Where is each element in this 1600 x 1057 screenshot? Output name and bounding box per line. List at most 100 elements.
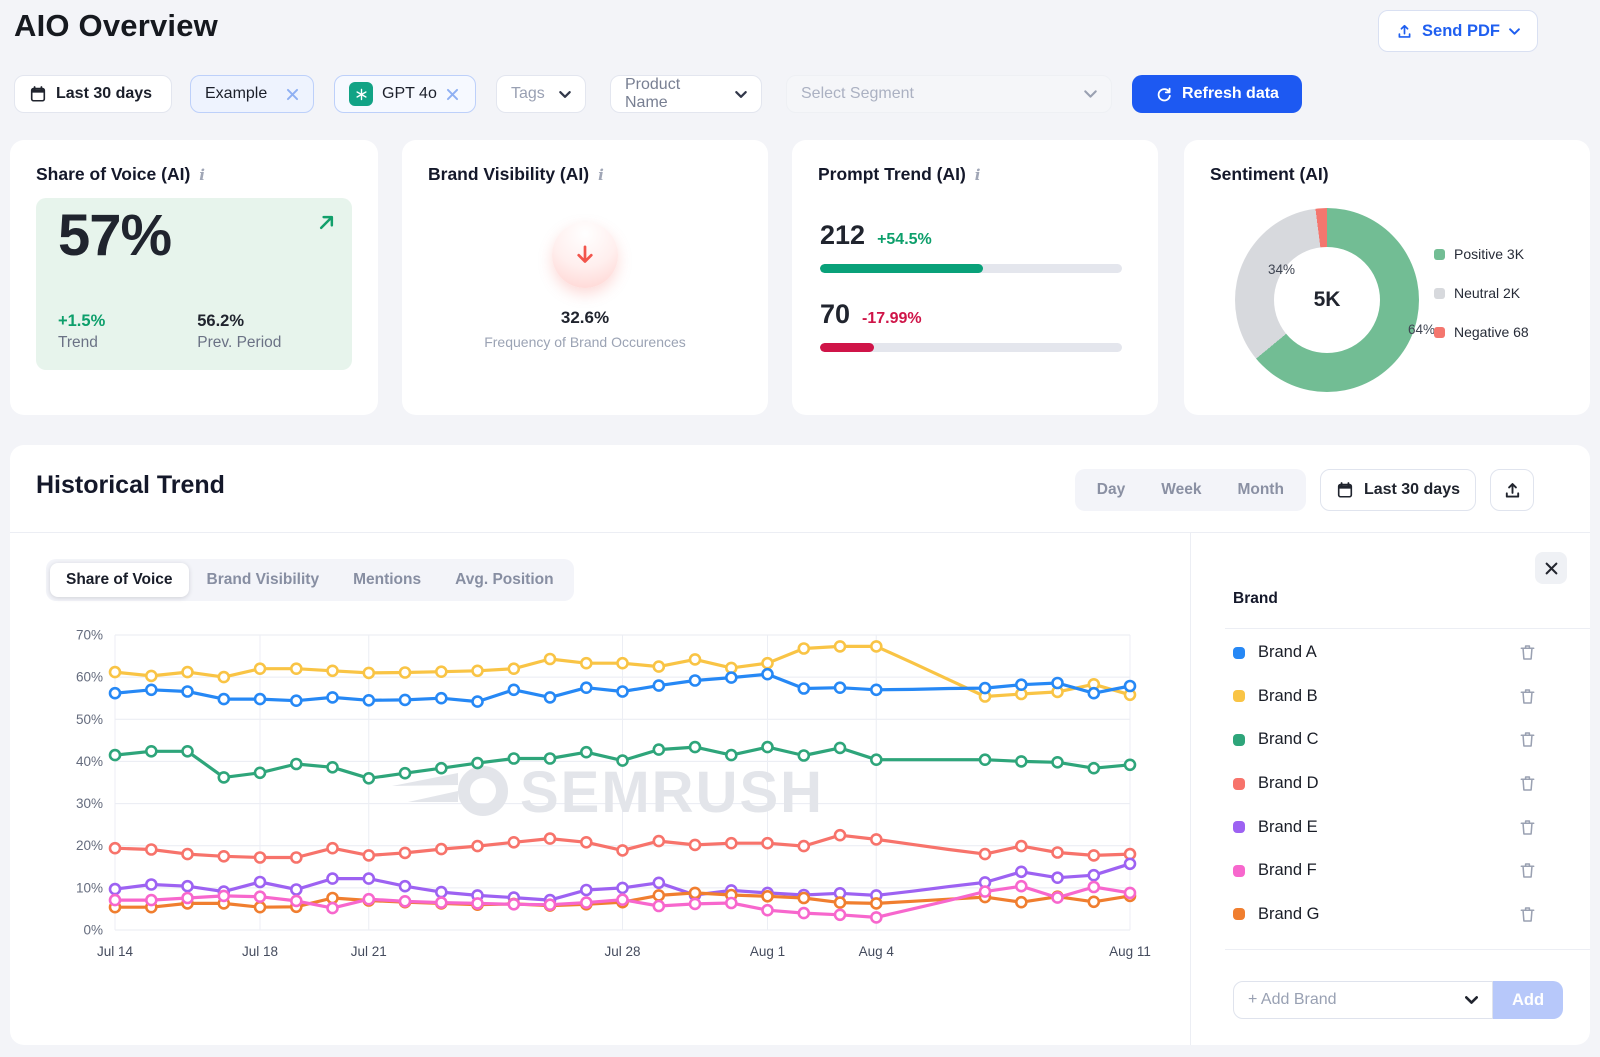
filter-chip-example[interactable]: Example: [190, 75, 314, 113]
prompt-trend-row: 212 +54.5%: [820, 220, 1122, 273]
trend-value: +1.5%: [58, 312, 105, 331]
svg-text:Jul 28: Jul 28: [604, 944, 640, 959]
product-name-dropdown[interactable]: Product Name: [610, 75, 762, 113]
chart-date-range-label: Last 30 days: [1364, 481, 1460, 499]
tags-dropdown[interactable]: Tags: [496, 75, 586, 113]
legend-label: Neutral 2K: [1454, 285, 1520, 301]
tab-mentions[interactable]: Mentions: [337, 563, 437, 597]
info-icon[interactable]: i: [598, 166, 604, 184]
refresh-data-button[interactable]: Refresh data: [1132, 75, 1302, 113]
progress-fill: [820, 343, 874, 352]
product-name-label: Product Name: [625, 76, 726, 112]
close-icon: [1545, 562, 1558, 575]
refresh-icon: [1155, 85, 1173, 103]
add-brand-select[interactable]: + Add Brand: [1233, 981, 1493, 1019]
info-icon[interactable]: i: [199, 166, 205, 184]
prompt-trend-title: Prompt Trend (AI): [818, 164, 966, 185]
calendar-icon: [29, 85, 47, 103]
prev-period-stat: 56.2% Prev. Period: [197, 312, 281, 352]
remove-chip-icon[interactable]: [286, 88, 299, 101]
progress-track: [820, 343, 1122, 352]
svg-text:40%: 40%: [76, 754, 103, 769]
filter-chip-gpt4o[interactable]: GPT 4o: [334, 75, 476, 113]
svg-text:10%: 10%: [76, 880, 103, 895]
sentiment-legend-item: Negative 68: [1434, 324, 1529, 340]
chevron-down-icon: [1465, 996, 1478, 1004]
brand-color-swatch: [1233, 778, 1245, 790]
prompt-count: 212: [820, 220, 865, 251]
prev-period-value: 56.2%: [197, 312, 281, 331]
brand-color-swatch: [1233, 734, 1245, 746]
delete-brand-icon[interactable]: [1518, 861, 1537, 880]
svg-text:Jul 18: Jul 18: [242, 944, 278, 959]
brand-visibility-card: Brand Visibility (AI) i 32.6% Frequency …: [402, 140, 768, 415]
brand-panel-header: Brand: [1233, 590, 1278, 608]
brand-visibility-title: Brand Visibility (AI): [428, 164, 589, 185]
delete-brand-icon[interactable]: [1518, 687, 1537, 706]
chip-example-label: Example: [205, 85, 267, 103]
chip-gpt4o-label: GPT 4o: [382, 85, 437, 103]
brand-row-brand-f[interactable]: Brand F: [1191, 849, 1590, 893]
delete-brand-icon[interactable]: [1518, 774, 1537, 793]
brand-name: Brand A: [1258, 643, 1518, 662]
add-brand-button[interactable]: Add: [1493, 981, 1563, 1019]
svg-text:Aug 1: Aug 1: [750, 944, 785, 959]
svg-text:Aug 4: Aug 4: [859, 944, 895, 959]
brand-row-brand-a[interactable]: Brand A: [1191, 631, 1590, 675]
delete-brand-icon[interactable]: [1518, 730, 1537, 749]
brand-color-swatch: [1233, 908, 1245, 920]
brand-name: Brand B: [1258, 687, 1518, 706]
tab-share-of-voice[interactable]: Share of Voice: [50, 563, 189, 597]
remove-chip-icon[interactable]: [446, 88, 459, 101]
granularity-day[interactable]: Day: [1079, 469, 1143, 511]
metric-tabs: Share of VoiceBrand VisibilityMentionsAv…: [46, 559, 574, 601]
sentiment-legend: Positive 3K Neutral 2K Negative 68: [1434, 246, 1529, 340]
brand-color-swatch: [1233, 690, 1245, 702]
trend-label: Trend: [58, 334, 105, 352]
brand-row-brand-g[interactable]: Brand G: [1191, 893, 1590, 937]
tab-brand-visibility[interactable]: Brand Visibility: [191, 563, 336, 597]
delete-brand-icon[interactable]: [1518, 905, 1537, 924]
tab-avg-position[interactable]: Avg. Position: [439, 563, 569, 597]
svg-text:20%: 20%: [76, 838, 103, 853]
send-pdf-button[interactable]: Send PDF: [1378, 10, 1538, 52]
trend-stat: +1.5% Trend: [58, 312, 105, 352]
trend-line-chart[interactable]: 0%10%20%30%40%50%60%70%Jul 14Jul 18Jul 2…: [20, 620, 1180, 970]
openai-icon: [349, 82, 373, 106]
refresh-label: Refresh data: [1182, 85, 1279, 103]
semrush-watermark-logo: SEMRUSH: [392, 760, 824, 825]
segment-select[interactable]: Select Segment: [786, 75, 1112, 113]
historical-trend-title: Historical Trend: [36, 471, 225, 500]
sentiment-title: Sentiment (AI): [1210, 164, 1329, 185]
delete-brand-icon[interactable]: [1518, 818, 1537, 837]
prompt-trend-card: Prompt Trend (AI) i 212 +54.5% 70 -17.99…: [792, 140, 1158, 415]
brand-row-brand-e[interactable]: Brand E: [1191, 805, 1590, 849]
share-of-voice-title: Share of Voice (AI): [36, 164, 190, 185]
export-chart-button[interactable]: [1490, 469, 1534, 511]
segment-placeholder: Select Segment: [801, 85, 914, 103]
date-range-filter[interactable]: Last 30 days: [14, 75, 172, 113]
granularity-month[interactable]: Month: [1219, 469, 1301, 511]
delete-brand-icon[interactable]: [1518, 643, 1537, 662]
brand-row-brand-d[interactable]: Brand D: [1191, 762, 1590, 806]
brand-name: Brand E: [1258, 818, 1518, 837]
svg-text:30%: 30%: [76, 796, 103, 811]
chevron-down-icon: [1084, 90, 1097, 98]
divider: [1225, 628, 1590, 629]
svg-text:SEMRUSH: SEMRUSH: [520, 760, 824, 825]
close-panel-button[interactable]: [1535, 552, 1567, 584]
svg-text:0%: 0%: [83, 923, 103, 938]
granularity-toggle: DayWeekMonth: [1075, 469, 1306, 511]
chart-date-range-button[interactable]: Last 30 days: [1320, 469, 1476, 511]
granularity-week[interactable]: Week: [1143, 469, 1219, 511]
brand-row-brand-c[interactable]: Brand C: [1191, 718, 1590, 762]
arrow-up-right-icon: [317, 213, 336, 237]
brand-name: Brand G: [1258, 905, 1518, 924]
info-icon[interactable]: i: [975, 166, 981, 184]
prompt-count: 70: [820, 299, 850, 330]
legend-label: Negative 68: [1454, 324, 1529, 340]
upload-icon: [1396, 23, 1413, 40]
chevron-down-icon: [559, 91, 571, 98]
brand-row-brand-b[interactable]: Brand B: [1191, 675, 1590, 719]
svg-text:70%: 70%: [76, 628, 103, 643]
